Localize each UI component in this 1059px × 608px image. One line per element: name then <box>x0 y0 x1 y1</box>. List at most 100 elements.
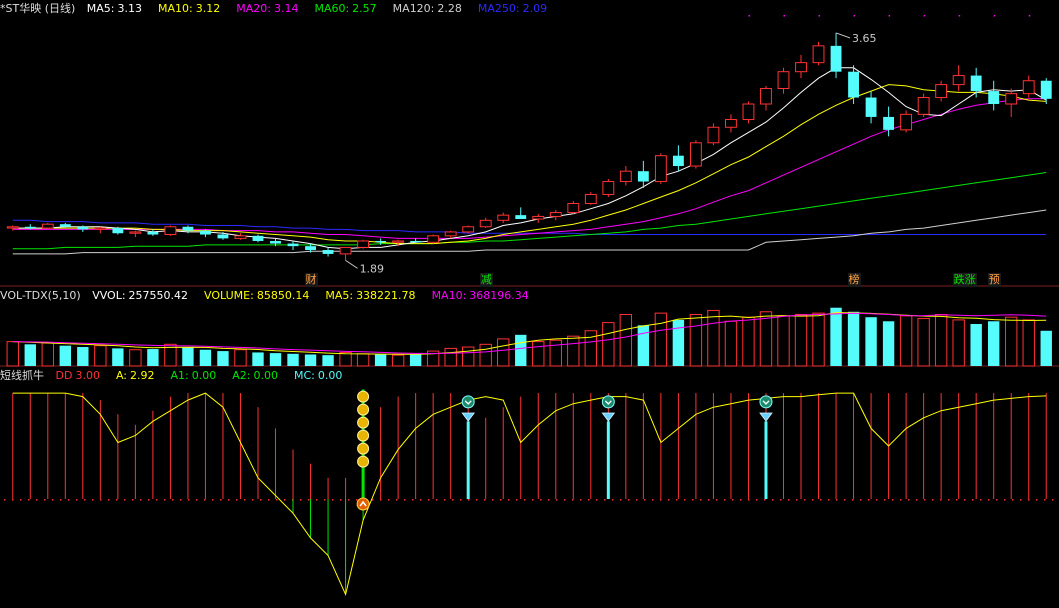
zero-dot <box>780 499 782 501</box>
legend-name: VVOL: <box>92 289 126 302</box>
volume-bar <box>847 311 860 366</box>
zero-dot <box>612 499 614 501</box>
indicator-legend: DD 3.00 A: 2.92 A1: 0.00 A2: 0.00 MC: 0.00 <box>56 369 359 382</box>
candle-body <box>567 203 580 214</box>
zero-dot <box>948 499 950 501</box>
candle-body <box>935 84 948 99</box>
legend-value: 368196.34 <box>469 289 529 302</box>
legend-value: 2.57 <box>352 2 377 15</box>
zero-dot <box>492 499 494 501</box>
zero-dot <box>340 499 342 501</box>
volume-panel-header: VOL-TDX(5,10) VVOL: 257550.42 VOLUME: 85850… <box>0 287 553 305</box>
zero-dot <box>692 499 694 501</box>
volume-bar <box>759 311 773 367</box>
legend-name: MA10: <box>431 289 467 302</box>
zero-dot <box>332 499 334 501</box>
zero-dot <box>268 499 270 501</box>
zero-dot <box>556 499 558 501</box>
volume-bar <box>970 323 982 366</box>
volume-bar <box>112 348 124 366</box>
zero-dot <box>260 499 262 501</box>
event-tag[interactable]: 预 <box>987 273 1001 287</box>
volume-bar <box>724 320 738 367</box>
volume-bar <box>1005 316 1018 367</box>
volume-bar <box>515 334 527 366</box>
candle-body <box>427 235 440 243</box>
candle-body <box>725 119 737 128</box>
legend-value: 0.00 <box>317 369 343 382</box>
volume-bar <box>830 307 842 366</box>
zero-dot <box>708 499 710 501</box>
zero-dot <box>916 499 918 501</box>
zero-dot <box>588 499 590 501</box>
legend-item: MA10: 3.12 <box>158 2 228 15</box>
candle-body <box>497 214 510 221</box>
zero-dot <box>28 499 30 501</box>
candle-body <box>129 231 142 234</box>
low-pointer <box>345 259 358 269</box>
zero-dot <box>908 499 910 501</box>
candle-body <box>322 250 334 254</box>
zero-dot <box>156 499 158 501</box>
legend-name: A2: <box>232 369 251 382</box>
zero-dot <box>124 499 126 501</box>
event-tag[interactable]: 财 <box>304 273 318 287</box>
legend-item: MA10: 368196.34 <box>432 289 537 302</box>
zero-dot <box>852 499 854 501</box>
volume-bar <box>865 317 877 366</box>
event-tag[interactable]: 跌涨 <box>952 273 977 287</box>
event-tag[interactable]: 减 <box>479 273 493 287</box>
zero-dot <box>420 499 422 501</box>
zero-dot <box>388 499 390 501</box>
candle-body <box>287 243 299 247</box>
candle-body <box>392 240 405 243</box>
zero-dot <box>684 499 686 501</box>
legend-item: MA60: 2.57 <box>314 2 384 15</box>
volume-bar <box>689 313 703 367</box>
coin-icon <box>357 455 370 468</box>
volume-bar <box>461 346 475 367</box>
candle-body <box>94 227 107 230</box>
event-tag[interactable]: 榜 <box>847 273 861 287</box>
candle-body <box>1022 80 1035 95</box>
zero-dot <box>628 499 630 501</box>
zero-dot <box>68 499 70 501</box>
volume-bar <box>41 342 54 367</box>
candle-body <box>339 246 352 255</box>
volume-bar <box>654 312 668 367</box>
zero-dot <box>732 499 734 501</box>
badge-icon <box>601 395 615 409</box>
zero-dot <box>900 499 902 501</box>
volume-bar <box>322 355 334 366</box>
volume-bar <box>794 313 808 367</box>
legend-value: 338221.78 <box>356 289 416 302</box>
candle-body <box>654 155 667 183</box>
zero-dot <box>836 499 838 501</box>
zero-dot <box>1020 499 1022 501</box>
diamond-icon <box>759 412 773 422</box>
legend-item: MC: 0.00 <box>294 369 350 382</box>
zero-dot <box>196 499 198 501</box>
legend-item: MA120: 2.28 <box>393 2 470 15</box>
zero-dot <box>812 499 814 501</box>
volume-bar <box>77 347 89 366</box>
legend-name: MA10: <box>158 2 193 15</box>
top-dot <box>818 15 821 17</box>
candle-body <box>164 226 177 236</box>
top-dot <box>888 15 891 17</box>
volume-bar <box>707 309 720 367</box>
top-dot <box>993 15 996 17</box>
zero-dot <box>564 499 566 501</box>
indicator-panel-header: 短线抓牛 DD 3.00 A: 2.92 A1: 0.00 A2: 0.00 MC: 0.00 <box>0 367 366 385</box>
volume-bar <box>497 338 510 367</box>
volume-title: VOL-TDX(5,10) <box>0 289 81 302</box>
ma5-line <box>12 67 1047 250</box>
candle-body <box>462 226 475 233</box>
candle-body <box>305 246 316 251</box>
legend-name: MA120: <box>392 2 435 15</box>
volume-bar <box>777 315 790 367</box>
zero-dot <box>220 499 222 501</box>
volume-bar <box>567 335 580 367</box>
price-panel-header: *ST华映 (日线) MA5: 3.13 MA10: 3.12 MA20: 3.14 MA6… <box>0 0 571 18</box>
legend-value: 3.14 <box>273 2 299 15</box>
